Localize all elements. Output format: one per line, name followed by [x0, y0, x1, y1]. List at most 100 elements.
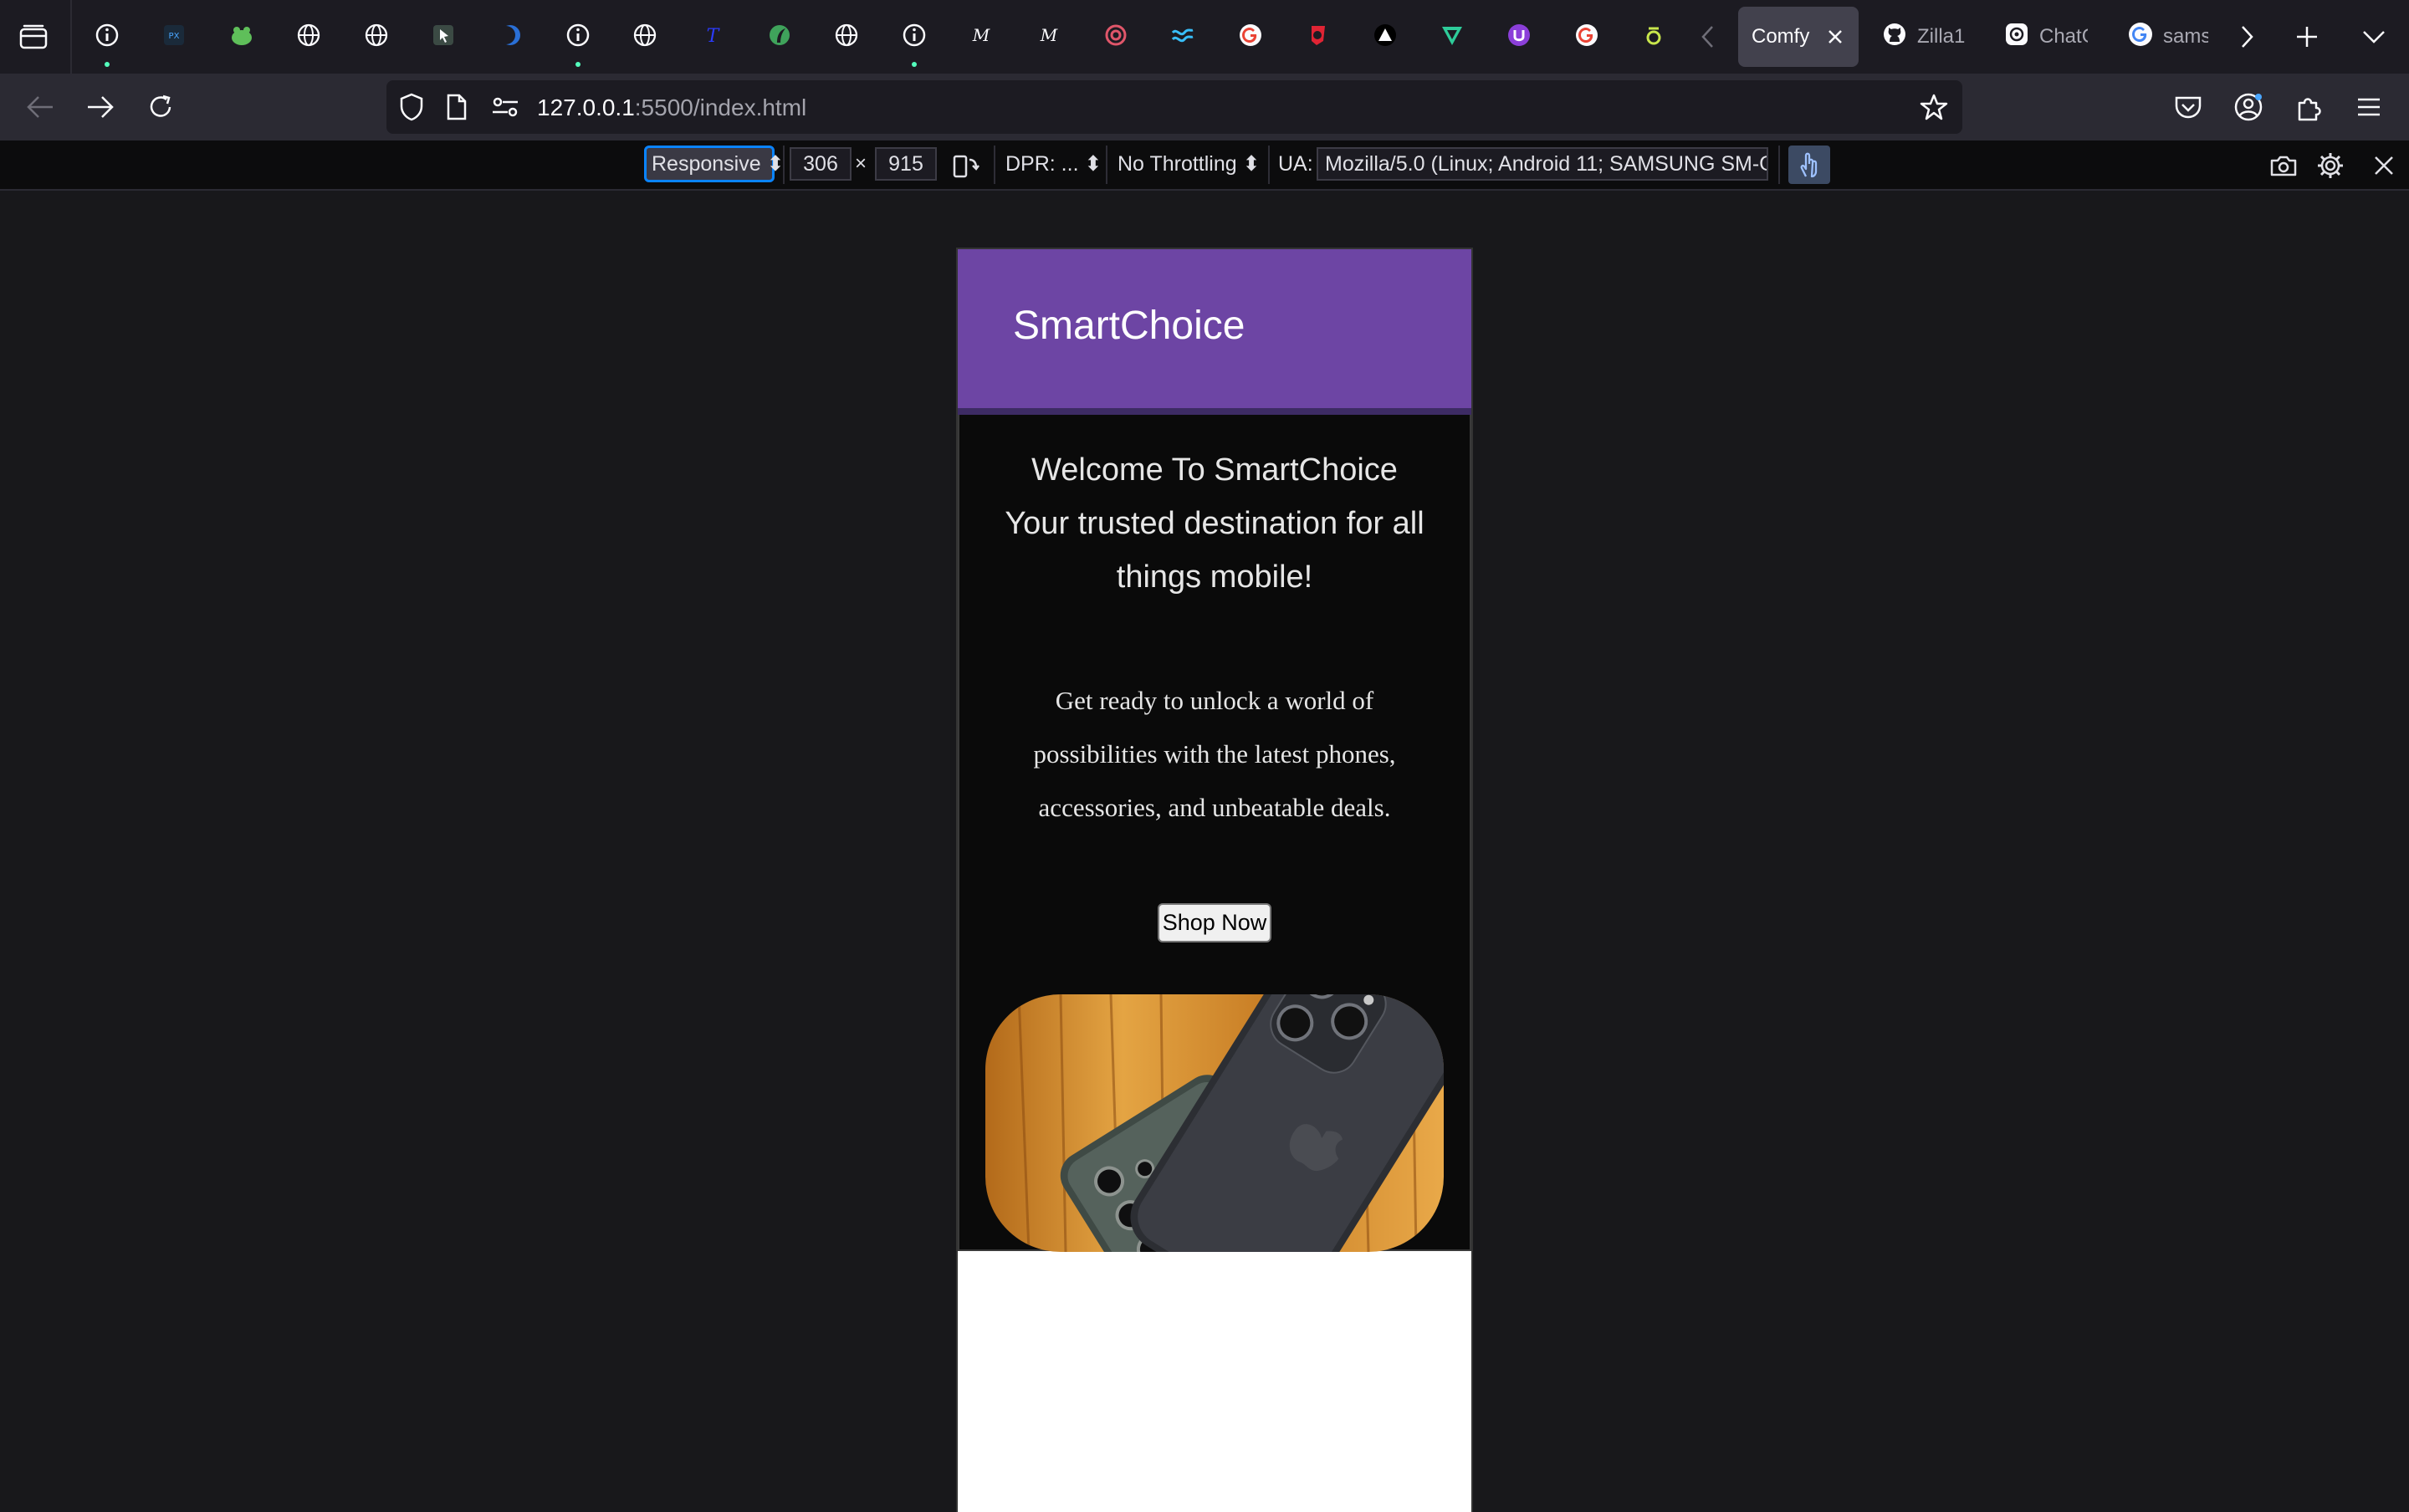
scroll-tabs-left-icon[interactable] — [1691, 20, 1725, 54]
t-logo-icon: T — [700, 23, 725, 52]
tab-chatgpt[interactable]: ChatG — [1991, 7, 2101, 67]
green-leaf-icon — [767, 23, 792, 52]
globe-icon — [632, 23, 657, 52]
pinned-tab[interactable] — [1368, 20, 1402, 54]
pinned-tab[interactable] — [225, 20, 258, 54]
tab-list-icon[interactable] — [15, 20, 52, 54]
url-path: :5500/index.html — [634, 94, 807, 120]
tab-notification-dot — [105, 62, 110, 67]
touch-simulation-icon[interactable] — [1788, 146, 1830, 184]
address-bar[interactable]: 127.0.0.1:5500/index.html — [386, 80, 1962, 134]
dpr-select[interactable]: DPR: ... ⬍ — [1005, 146, 1102, 182]
shop-now-button[interactable]: Shop Now — [1157, 903, 1272, 942]
reload-icon[interactable] — [141, 87, 181, 127]
site-permissions-icon[interactable] — [488, 90, 522, 124]
hero-headline: Welcome To SmartChoice Your trusted dest… — [1005, 452, 1424, 595]
openai-icon — [2004, 22, 2029, 53]
google-icon — [2128, 22, 2153, 53]
screenshot-camera-icon[interactable] — [2267, 149, 2300, 182]
site-logo[interactable]: SmartChoice — [1013, 303, 1245, 349]
forward-icon[interactable] — [80, 87, 120, 127]
new-tab-icon[interactable] — [2290, 20, 2324, 54]
dimension-separator: × — [855, 152, 867, 175]
url-host: 127.0.0.1 — [537, 94, 635, 120]
tab-comfy[interactable]: Comfy ( — [1738, 7, 1859, 67]
pinned-tab[interactable] — [898, 20, 931, 67]
rotate-viewport-icon[interactable] — [949, 149, 982, 182]
red-shield-icon — [1305, 23, 1330, 52]
site-header: SmartChoice — [958, 249, 1471, 415]
pinned-tab[interactable]: T — [696, 20, 729, 54]
page-blank-area — [958, 1251, 1471, 1512]
network-throttling-select[interactable]: No Throttling ⬍ — [1118, 146, 1261, 182]
globe-icon — [296, 23, 321, 52]
svg-text:M: M — [972, 25, 990, 45]
tab-notification-dot — [911, 62, 917, 67]
url-text[interactable]: 127.0.0.1:5500/index.html — [537, 94, 806, 121]
svg-text:M: M — [1039, 25, 1057, 45]
pinned-tab[interactable] — [628, 20, 662, 54]
account-icon[interactable] — [2228, 87, 2268, 127]
pinned-tab[interactable] — [561, 20, 595, 67]
pocket-icon[interactable] — [2168, 87, 2208, 127]
user-agent-input[interactable]: Mozilla/5.0 (Linux; Android 11; SAMSUNG … — [1317, 147, 1768, 181]
pinned-tab[interactable] — [1099, 20, 1133, 54]
pinned-tab[interactable] — [360, 20, 393, 54]
list-all-tabs-icon[interactable] — [2357, 20, 2391, 54]
cursor-icon — [431, 23, 456, 52]
pinned-tab[interactable] — [1234, 20, 1267, 54]
pinned-tab[interactable] — [90, 20, 124, 67]
tab-samsung-search[interactable]: samsu — [2115, 7, 2222, 67]
pinned-tab[interactable] — [1435, 20, 1469, 54]
pinned-tab[interactable] — [1502, 20, 1536, 54]
pinned-tab[interactable] — [1301, 20, 1334, 54]
bookmark-star-icon[interactable] — [1917, 90, 1951, 124]
responsive-design-toolbar: Responsive ⬍ 306 × 915 DPR: ... ⬍ No Thr… — [0, 140, 2409, 191]
u-badge-icon — [1506, 23, 1532, 52]
viewport-width-input[interactable]: 306 — [790, 147, 852, 181]
wave-icon — [1170, 23, 1195, 52]
pinned-tab[interactable]: M — [1032, 20, 1066, 54]
pinned-tab[interactable]: M — [964, 20, 998, 54]
scroll-tabs-right-icon[interactable] — [2230, 20, 2263, 54]
pinned-tab[interactable] — [292, 20, 325, 54]
extensions-icon[interactable] — [2289, 87, 2329, 127]
user-agent-label: UA: — [1278, 151, 1313, 176]
pinned-tab[interactable] — [1637, 20, 1670, 54]
o-logo-icon — [1641, 23, 1666, 52]
globe-icon — [364, 23, 389, 52]
pinned-tab[interactable] — [1570, 20, 1603, 54]
swirl-icon — [1103, 23, 1128, 52]
triangle-icon — [1373, 23, 1398, 52]
pinned-tab[interactable] — [763, 20, 796, 54]
tab-notification-dot — [575, 62, 581, 67]
pinned-tab[interactable] — [494, 20, 527, 54]
tab-zilla[interactable]: Zilla18 — [1869, 7, 1979, 67]
navigation-toolbar: 127.0.0.1:5500/index.html — [0, 74, 2409, 140]
google-icon — [1238, 23, 1263, 52]
tab-label: samsu — [2163, 25, 2208, 48]
tab-strip: PX T M M Comfy ( Zilla18 ChatG samsu — [0, 0, 2409, 74]
close-tab-icon[interactable] — [1825, 26, 1845, 48]
pinned-tab[interactable] — [830, 20, 863, 54]
device-select[interactable]: Responsive ⬍ — [644, 146, 785, 182]
menu-hamburger-icon[interactable] — [2349, 87, 2389, 127]
pixel-icon: PX — [161, 23, 187, 52]
pinned-tab[interactable] — [427, 20, 460, 54]
tracking-protection-shield-icon[interactable] — [395, 90, 428, 124]
frog-icon — [229, 23, 254, 52]
back-icon[interactable] — [20, 87, 60, 127]
info-icon — [902, 23, 927, 52]
tab-label: Zilla18 — [1917, 25, 1966, 48]
m-logo-icon: M — [1036, 23, 1061, 52]
moon-orb-icon — [497, 23, 523, 52]
viewport-height-input[interactable]: 915 — [875, 147, 937, 181]
close-responsive-mode-icon[interactable] — [2367, 149, 2401, 182]
google-icon — [1574, 23, 1599, 52]
pinned-tab[interactable]: PX — [157, 20, 191, 54]
page-info-icon[interactable] — [440, 90, 473, 124]
settings-gear-icon[interactable] — [2314, 149, 2347, 182]
pinned-tab[interactable] — [1166, 20, 1199, 54]
info-icon — [95, 23, 120, 52]
hero-section: Welcome To SmartChoice Your trusted dest… — [958, 415, 1471, 1252]
